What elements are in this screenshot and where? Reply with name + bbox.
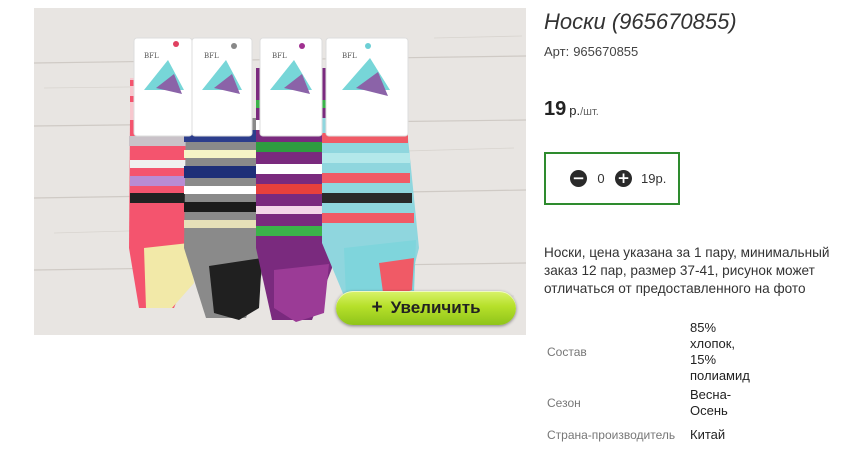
- svg-text:BFL: BFL: [204, 52, 219, 60]
- price-currency: р.: [569, 103, 581, 118]
- quantity-sum: 19р.: [641, 171, 667, 186]
- socks-photo: BFL BFL BFL BFL: [34, 8, 526, 335]
- spec-label: Состав: [547, 344, 587, 359]
- spec-table: Состав 85% хлопок, 15% полиамид Сезон Ве…: [544, 318, 762, 449]
- spec-label: Страна-производитель: [547, 428, 676, 442]
- product-sku: Арт: 965670855: [544, 44, 638, 59]
- zoom-button-label: Увеличить: [390, 298, 481, 317]
- quantity-stepper: − 0 + 19р.: [544, 152, 680, 205]
- spec-value: 85% хлопок, 15% полиамид: [690, 319, 750, 383]
- zoom-button[interactable]: + Увеличить: [336, 291, 516, 325]
- product-price: 19 р./шт.: [544, 98, 599, 121]
- spec-value: Весна-Осень: [690, 387, 732, 418]
- spec-row: Сезон Весна-Осень: [544, 385, 762, 421]
- plus-icon: +: [371, 297, 383, 318]
- svg-text:BFL: BFL: [144, 52, 159, 60]
- product-title: Носки (965670855): [544, 9, 737, 34]
- product-image[interactable]: BFL BFL BFL BFL + Увеличить: [34, 8, 526, 335]
- svg-text:BFL: BFL: [272, 52, 287, 60]
- spec-value: Китай: [690, 427, 726, 442]
- spec-row: Страна-производитель Китай: [544, 421, 762, 449]
- price-unit: /шт.: [580, 106, 599, 118]
- sku-label: Арт:: [544, 44, 570, 59]
- spec-label: Сезон: [547, 396, 581, 410]
- minus-circle-icon[interactable]: −: [570, 170, 587, 187]
- product-description: Носки, цена указана за 1 пару, минимальн…: [544, 245, 830, 296]
- price-amount: 19: [544, 98, 567, 120]
- spec-row: Состав 85% хлопок, 15% полиамид: [544, 318, 762, 385]
- plus-circle-icon[interactable]: +: [615, 170, 632, 187]
- svg-text:BFL: BFL: [342, 52, 357, 60]
- sku-value: 965670855: [573, 44, 639, 59]
- quantity-value[interactable]: 0: [596, 171, 606, 186]
